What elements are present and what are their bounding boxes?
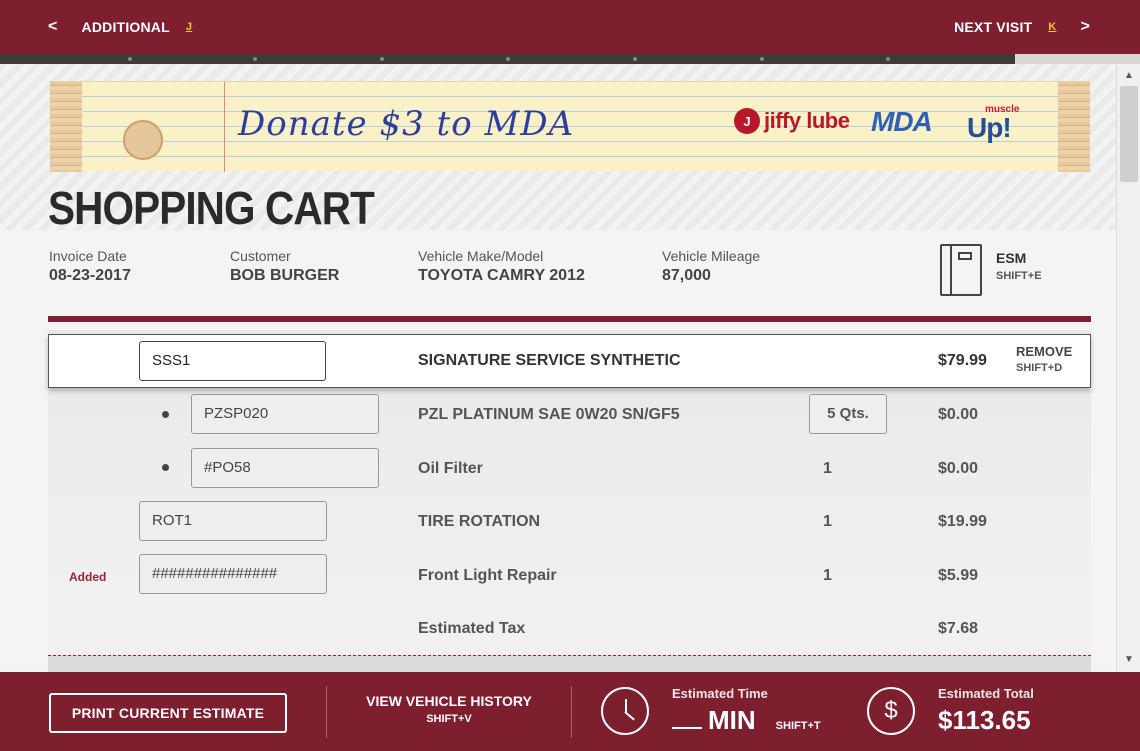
new-item-drop-row[interactable] — [48, 655, 1091, 672]
workflow-progress-bar — [0, 54, 1140, 64]
service-description: Front Light Repair — [418, 567, 557, 584]
previous-step-hotkey: J — [185, 21, 193, 33]
progress-step-dot — [506, 57, 510, 61]
customer-value: BOB BURGER — [230, 267, 340, 284]
mileage-label: Vehicle Mileage — [662, 248, 761, 264]
part-description: Oil Filter — [418, 460, 483, 477]
quantity-input[interactable]: 5 Qts. — [809, 394, 887, 434]
page-title: SHOPPING CART — [48, 182, 375, 234]
bullet-marker — [162, 464, 169, 471]
part-price: $0.00 — [938, 460, 979, 477]
previous-step-button[interactable]: < ADDITIONAL J — [48, 18, 192, 36]
esm-shortcut: SHIFT+E — [996, 270, 1042, 282]
remove-shortcut: SHIFT+D — [1016, 362, 1063, 374]
banner-punch-hole — [123, 120, 163, 160]
service-price: $5.99 — [938, 567, 979, 584]
bottom-action-bar: PRINT CURRENT ESTIMATE VIEW VEHICLE HIST… — [0, 672, 1140, 751]
donation-banner[interactable]: Donate $3 to MDA J jiffy lube MDA muscle… — [50, 81, 1090, 172]
estimated-total-label: Estimated Total — [938, 686, 1034, 701]
estimated-time-unit: MIN — [708, 705, 756, 735]
section-divider — [48, 316, 1091, 322]
scrollbar-thumb[interactable] — [1120, 86, 1138, 182]
bottom-divider — [571, 686, 572, 738]
customer-label: Customer — [230, 248, 291, 264]
estimated-total-block: Estimated Total $113.65 — [938, 686, 1034, 736]
estimated-total-value: $113.65 — [938, 705, 1031, 735]
part-quantity: 1 — [823, 460, 832, 477]
tax-label: Estimated Tax — [418, 620, 526, 637]
banner-wood-edge-right — [1058, 82, 1090, 172]
vehicle-value: TOYOTA CAMRY 2012 — [418, 267, 585, 284]
history-shortcut: SHIFT+V — [426, 713, 472, 725]
banner-wood-edge-left — [50, 82, 82, 172]
vehicle-label: Vehicle Make/Model — [418, 248, 544, 264]
remove-label: REMOVE — [1016, 344, 1073, 359]
progress-step-dot — [253, 57, 257, 61]
esm-label: ESM — [996, 250, 1027, 266]
service-price: $79.99 — [938, 352, 987, 369]
part-code-input[interactable]: PZSP020 — [191, 394, 379, 434]
vertical-scrollbar[interactable]: ▲ ▼ — [1116, 64, 1140, 672]
mileage-value: 87,000 — [662, 267, 711, 284]
jiffy-lube-logo: J jiffy lube — [734, 108, 850, 134]
service-code-input[interactable]: SSS1 — [139, 341, 326, 381]
muscle-up-big-text: Up! — [967, 112, 1012, 143]
jiffy-lube-wordmark: jiffy lube — [764, 108, 850, 133]
dollar-glyph: $ — [884, 697, 898, 724]
book-icon — [940, 244, 982, 296]
bullet-marker — [162, 411, 169, 418]
progress-step-dot — [760, 57, 764, 61]
progress-step-dot — [380, 57, 384, 61]
view-vehicle-history-button[interactable]: VIEW VEHICLE HISTORY SHIFT+V — [349, 693, 549, 725]
service-code-input[interactable]: ROT1 — [139, 501, 327, 541]
chevron-right-icon: > — [1080, 18, 1090, 35]
invoice-date-block: Invoice Date 08-23-2017 — [49, 248, 131, 285]
jiffy-lube-mark-icon: J — [734, 108, 760, 134]
service-description: TIRE ROTATION — [418, 513, 541, 530]
clock-icon — [601, 687, 649, 735]
part-price: $0.00 — [938, 406, 979, 423]
invoice-date-label: Invoice Date — [49, 248, 127, 264]
next-visit-hotkey: K — [1048, 21, 1057, 33]
banner-donate-text: Donate $3 to MDA — [238, 104, 575, 144]
esm-button[interactable]: ESM SHIFT+E — [940, 244, 1042, 296]
selected-service-row[interactable]: SSS1 SIGNATURE SERVICE SYNTHETIC $79.99 … — [48, 334, 1091, 388]
progress-step-dot — [886, 57, 890, 61]
banner-margin-line — [224, 82, 225, 172]
main-content: Donate $3 to MDA J jiffy lube MDA muscle… — [0, 64, 1116, 672]
scroll-down-arrow-icon[interactable]: ▼ — [1121, 652, 1137, 668]
next-visit-button[interactable]: NEXT VISIT K > — [954, 18, 1090, 36]
estimated-time-shortcut: SHIFT+T — [775, 720, 821, 732]
mda-logo: MDA — [871, 106, 933, 137]
bottom-divider — [326, 686, 327, 738]
top-nav-bar: < ADDITIONAL J NEXT VISIT K > — [0, 0, 1140, 54]
print-estimate-button[interactable]: PRINT CURRENT ESTIMATE — [49, 693, 287, 733]
estimated-time-input[interactable] — [672, 707, 702, 729]
history-label: VIEW VEHICLE HISTORY — [366, 693, 532, 709]
tax-value: $7.68 — [938, 620, 979, 637]
muscle-up-logo: muscle Up! — [967, 104, 1019, 144]
dollar-icon: $ — [867, 687, 915, 735]
part-code-input[interactable]: #PO58 — [191, 448, 379, 488]
next-visit-label: NEXT VISIT — [954, 19, 1033, 35]
service-price: $19.99 — [938, 513, 987, 530]
service-code-input[interactable]: ############### — [139, 554, 327, 594]
vehicle-block: Vehicle Make/Model TOYOTA CAMRY 2012 — [418, 248, 585, 285]
estimated-time-block[interactable]: Estimated Time MIN SHIFT+T — [672, 686, 821, 736]
chevron-left-icon: < — [48, 18, 58, 35]
progress-step-dot — [128, 57, 132, 61]
scroll-up-arrow-icon[interactable]: ▲ — [1121, 68, 1137, 84]
service-quantity: 1 — [823, 567, 832, 584]
invoice-date-value: 08-23-2017 — [49, 267, 131, 284]
previous-step-label: ADDITIONAL — [81, 19, 170, 35]
added-badge: Added — [69, 570, 107, 584]
mileage-block: Vehicle Mileage 87,000 — [662, 248, 760, 285]
service-quantity: 1 — [823, 513, 832, 530]
estimated-time-label: Estimated Time — [672, 686, 768, 701]
service-description: SIGNATURE SERVICE SYNTHETIC — [418, 352, 681, 369]
customer-block: Customer BOB BURGER — [230, 248, 339, 285]
part-description: PZL PLATINUM SAE 0W20 SN/GF5 — [418, 406, 680, 423]
progress-step-dot — [633, 57, 637, 61]
remove-service-button[interactable]: REMOVE SHIFT+D — [1016, 344, 1072, 374]
